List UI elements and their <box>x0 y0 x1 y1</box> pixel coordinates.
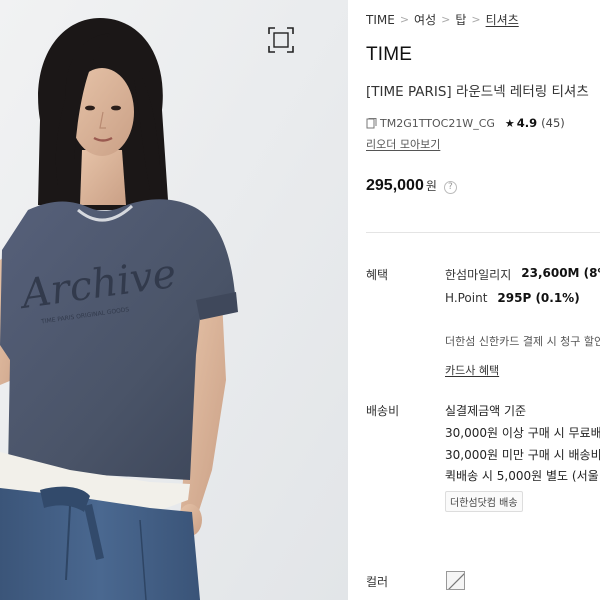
price-currency: 원 <box>425 179 437 193</box>
expand-icon <box>268 27 294 53</box>
breadcrumb-item-tshirt[interactable]: 티셔츠 <box>486 11 519 28</box>
model-photo: Archive TIME PARIS ORIGINAL GOODS <box>0 0 348 600</box>
benefits-label: 혜택 <box>366 268 389 282</box>
shipping-line: 퀵배송 시 5,000원 별도 (서울 지역) <box>445 469 600 483</box>
shipping-line: 실결제금액 기준 <box>445 404 527 418</box>
color-swatch[interactable] <box>446 571 465 590</box>
benefit-mileage: 한섬마일리지 23,600M (8%) <box>445 266 600 283</box>
price-value: 295,000 <box>366 177 424 194</box>
benefit-value: 23,600M (8%) <box>521 266 600 280</box>
product-title: [TIME PARIS] 라운드넥 레터링 티셔츠 <box>366 84 589 100</box>
shipping-line: 30,000원 미만 구매 시 배송비 2,500원 <box>445 448 600 462</box>
benefit-value: 295P (0.1%) <box>497 291 580 305</box>
breadcrumb: TIME > 여성 > 탑 > 티셔츠 <box>366 11 519 28</box>
striped-swatch-icon <box>447 572 464 589</box>
breadcrumb-item-women[interactable]: 여성 <box>414 11 436 28</box>
chevron-right-icon: > <box>399 13 410 26</box>
document-icon <box>366 117 377 128</box>
benefit-name: 한섬마일리지 <box>445 268 512 282</box>
card-discount-note: 더한섬 신한카드 결제 시 청구 할인 <box>445 335 600 348</box>
chevron-right-icon: > <box>441 13 451 26</box>
product-code: TM2G1TTOC21W_CG <box>380 116 495 130</box>
card-benefit-link[interactable]: 카드사 혜택 <box>445 362 499 378</box>
price-row: 295,000 원 ? <box>366 177 457 195</box>
expand-button[interactable] <box>268 27 294 53</box>
product-image[interactable]: Archive TIME PARIS ORIGINAL GOODS <box>0 0 348 600</box>
shipping-label: 배송비 <box>366 404 400 418</box>
shipping-tag[interactable]: 더한섬닷컴 배송 <box>445 491 523 512</box>
review-count[interactable]: (45) <box>541 116 565 130</box>
rating-value: 4.9 <box>516 116 538 130</box>
breadcrumb-item-brand[interactable]: TIME <box>366 13 395 27</box>
star-icon: ★ <box>504 116 515 130</box>
question-icon[interactable]: ? <box>443 180 457 194</box>
product-meta: TM2G1TTOC21W_CG ★ 4.9 (45) <box>366 116 565 130</box>
reorder-link[interactable]: 리오더 모아보기 <box>366 136 440 152</box>
brand-name[interactable]: TIME <box>366 44 412 66</box>
color-label: 컬러 <box>366 575 389 589</box>
benefit-name: H.Point <box>445 291 488 305</box>
product-info-panel: TIME > 여성 > 탑 > 티셔츠 TIME [TIME PARIS] 라운… <box>366 0 600 600</box>
breadcrumb-item-top[interactable]: 탑 <box>455 11 466 28</box>
divider <box>366 232 600 233</box>
chevron-right-icon: > <box>471 13 481 26</box>
benefit-hpoint: H.Point 295P (0.1%) <box>445 291 580 305</box>
shipping-line: 30,000원 이상 구매 시 무료배송 <box>445 426 600 440</box>
